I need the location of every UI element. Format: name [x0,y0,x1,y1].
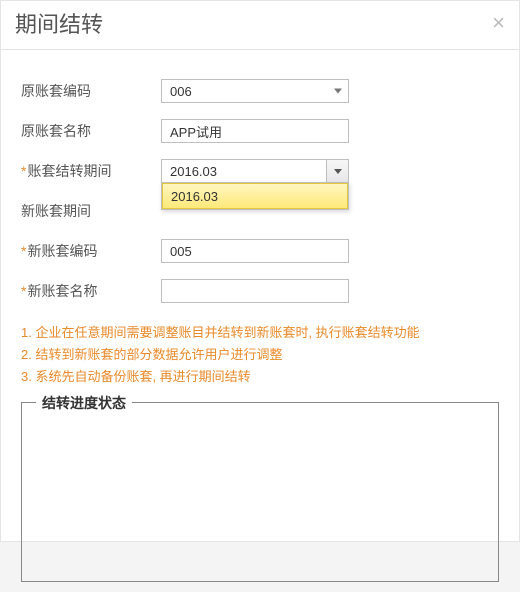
label-orig-code: 原账套编码 [21,81,161,101]
label-new-period: 新账套期间 [21,201,161,221]
label-text: 新账套编码 [27,243,97,259]
label-text: 原账套编码 [21,83,91,99]
label-text: 新账套期间 [21,203,91,219]
carry-period-value: 2016.03 [170,164,217,179]
dropdown-option[interactable]: 2016.03 [162,183,348,209]
new-code-value: 005 [170,244,192,259]
new-code-input[interactable]: 005 [161,239,349,263]
close-icon[interactable]: × [492,12,505,34]
label-new-code: *新账套编码 [21,241,161,261]
carry-period-dropdown: 2016.03 [161,182,349,210]
required-marker: * [21,163,26,179]
dialog-header: 期间结转 × [1,1,519,50]
orig-name-value: APP试用 [170,122,222,141]
note-line-2: 2. 结转到新账套的部分数据允许用户进行调整 [21,344,499,366]
period-carryover-dialog: 期间结转 × 原账套编码 006 原账套名称 APP试用 [0,0,520,542]
dropdown-button-icon[interactable] [326,160,348,182]
row-orig-name: 原账套名称 APP试用 [21,118,499,144]
label-carry-period: *账套结转期间 [21,161,161,181]
note-line-3: 3. 系统先自动备份账套, 再进行期间结转 [21,366,499,388]
notes-block: 1. 企业在任意期间需要调整账目并结转到新账套时, 执行账套结转功能 2. 结转… [21,322,499,388]
note-line-1: 1. 企业在任意期间需要调整账目并结转到新账套时, 执行账套结转功能 [21,322,499,344]
dialog-body: 原账套编码 006 原账套名称 APP试用 *账套结转期间 [1,50,519,592]
label-text: 新账套名称 [27,283,97,299]
row-orig-code: 原账套编码 006 [21,78,499,104]
required-marker: * [21,283,26,299]
caret-down-icon [334,89,342,94]
row-carry-period: *账套结转期间 2016.03 2016.03 [21,158,499,184]
label-text: 账套结转期间 [27,163,111,179]
label-new-name: *新账套名称 [21,281,161,301]
dialog-title: 期间结转 [15,7,103,39]
new-name-input[interactable] [161,279,349,303]
progress-status-frame: 结转进度状态 [21,402,499,582]
required-marker: * [21,243,26,259]
label-orig-name: 原账套名称 [21,121,161,141]
progress-legend: 结转进度状态 [36,393,132,413]
orig-name-input[interactable]: APP试用 [161,119,349,143]
row-new-code: *新账套编码 005 [21,238,499,264]
label-text: 原账套名称 [21,123,91,139]
orig-code-combo[interactable]: 006 [161,79,349,103]
carry-period-combo[interactable]: 2016.03 [161,159,349,183]
row-new-name: *新账套名称 [21,278,499,304]
orig-code-value: 006 [170,84,192,99]
